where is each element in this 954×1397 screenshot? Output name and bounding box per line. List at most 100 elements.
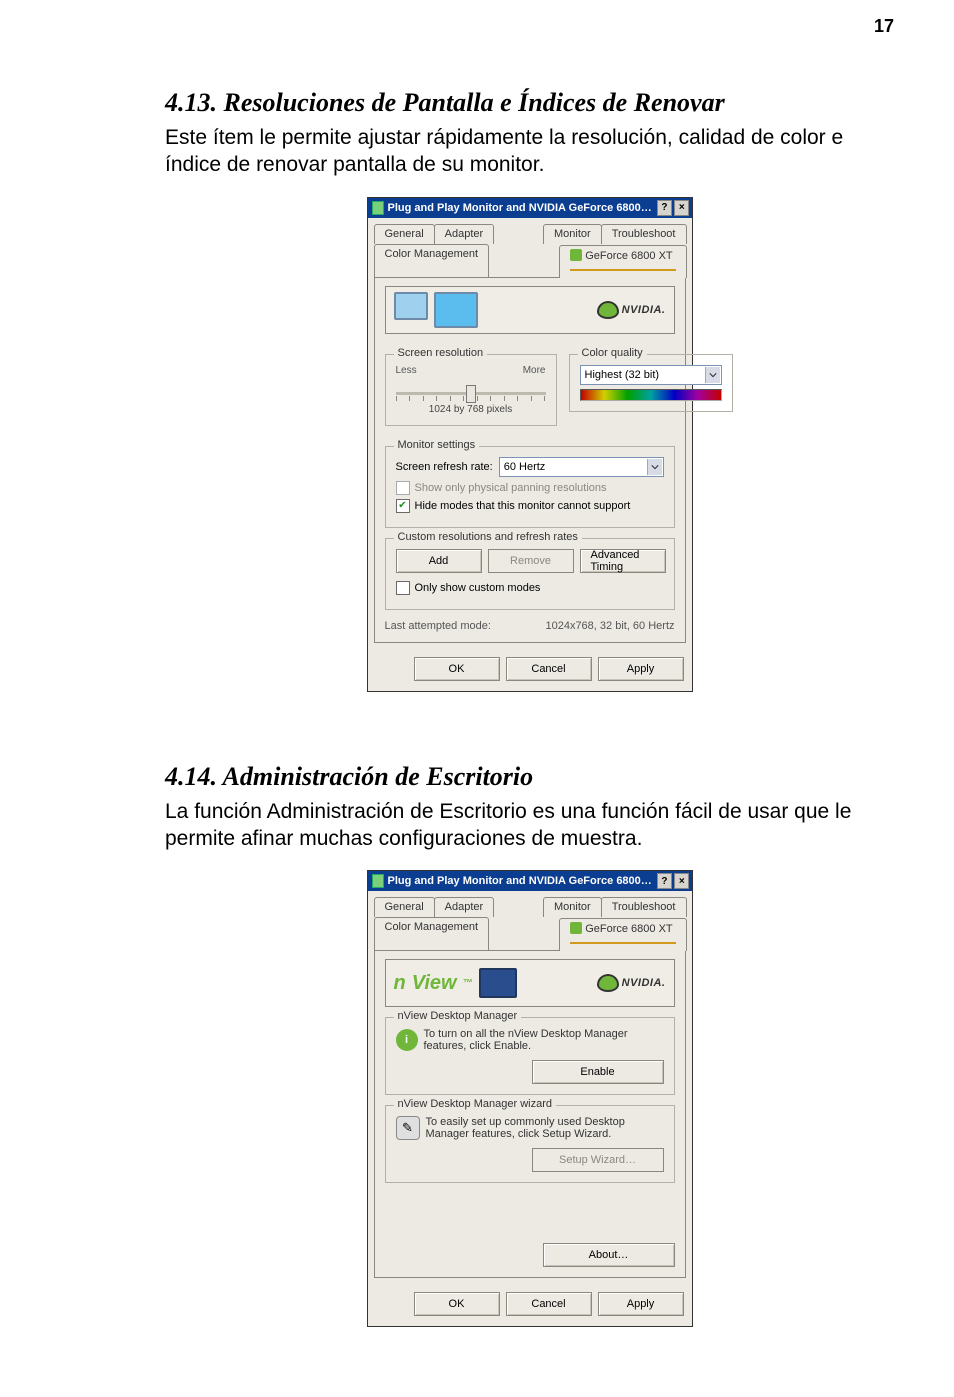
tab-monitor[interactable]: Monitor [543,897,602,917]
tab-accent [570,942,675,944]
titlebar[interactable]: Plug and Play Monitor and NVIDIA GeForce… [368,198,692,218]
label-more: More [523,365,546,376]
checkbox-icon [396,481,410,495]
manager-desc-row: i To turn on all the nView Desktop Manag… [396,1028,664,1052]
cancel-button[interactable]: Cancel [506,657,592,681]
group-nview-wizard: nView Desktop Manager wizard ✎ To easily… [385,1105,675,1183]
refresh-rate-select[interactable]: 60 Hertz [499,457,664,477]
last-attempted-label: Last attempted mode: [385,620,491,632]
resolution-slider[interactable] [396,378,546,400]
window-title: Plug and Play Monitor and NVIDIA GeForce… [388,202,655,214]
tab-colormgmt[interactable]: Color Management [374,917,490,950]
close-button[interactable]: × [674,873,689,889]
group-legend: Custom resolutions and refresh rates [394,531,582,543]
help-button[interactable]: ? [657,873,672,889]
tab-row-bottom: Color Management GeForce 6800 XT [368,917,692,950]
group-legend: nView Desktop Manager [394,1010,522,1022]
checkbox-icon: ✔ [396,499,410,513]
window-icon [372,201,384,215]
wizard-description: To easily set up commonly used Desktop M… [426,1116,664,1140]
dialog-413: Plug and Play Monitor and NVIDIA GeForce… [367,197,693,692]
color-preview [580,389,722,401]
tab-label: Monitor [554,228,591,240]
monitor-icon [479,968,517,998]
res-quality-row: Screen resolution Less More 1024 by 768 … [385,344,675,436]
setup-wizard-button: Setup Wizard… [532,1148,664,1172]
tab-colormgmt[interactable]: Color Management [374,244,490,277]
tab-adapter[interactable]: Adapter [434,224,495,244]
group-legend: Monitor settings [394,439,480,451]
advanced-timing-button[interactable]: Advanced Timing [580,549,666,573]
tab-geforce[interactable]: GeForce 6800 XT [559,918,686,951]
custom-res-buttons: Add Remove Advanced Timing [396,549,664,573]
apply-button[interactable]: Apply [598,1292,684,1316]
tab-label: General [385,901,424,913]
manager-btn-row: Enable [396,1060,664,1084]
tab-label: Adapter [445,901,484,913]
resolution-value: 1024 by 768 pixels [396,404,546,415]
ok-button[interactable]: OK [414,1292,500,1316]
checkbox-hide-modes[interactable]: ✔ Hide modes that this monitor cannot su… [396,499,664,513]
nvidia-eye-icon [597,974,619,992]
tab-troubleshoot[interactable]: Troubleshoot [601,897,687,917]
group-nview-manager: nView Desktop Manager i To turn on all t… [385,1017,675,1095]
ok-button[interactable]: OK [414,657,500,681]
about-button[interactable]: About… [543,1243,675,1267]
refresh-rate-label: Screen refresh rate: [396,461,493,473]
tab-label: Adapter [445,228,484,240]
checkbox-label: Show only physical panning resolutions [415,482,607,494]
color-quality-select[interactable]: Highest (32 bit) [580,365,722,385]
group-monitor-settings: Monitor settings Screen refresh rate: 60… [385,446,675,528]
dialog-footer: OK Cancel Apply [368,649,692,691]
tab-label: General [385,228,424,240]
monitor-icon [394,292,428,320]
add-button[interactable]: Add [396,549,482,573]
tab-label: GeForce 6800 XT [585,923,672,935]
group-color-quality: Color quality Highest (32 bit) [569,354,733,412]
tab-troubleshoot[interactable]: Troubleshoot [601,224,687,244]
tab-monitor[interactable]: Monitor [543,224,602,244]
help-button[interactable]: ? [657,200,672,216]
tab-general[interactable]: General [374,897,435,917]
close-button[interactable]: × [674,200,689,216]
titlebar[interactable]: Plug and Play Monitor and NVIDIA GeForce… [368,871,692,891]
tab-general[interactable]: General [374,224,435,244]
checkbox-only-custom[interactable]: Only show custom modes [396,581,664,595]
tab-geforce[interactable]: GeForce 6800 XT [559,245,686,278]
enable-button[interactable]: Enable [532,1060,664,1084]
nvidia-tab-icon [570,249,582,261]
cancel-button[interactable]: Cancel [506,1292,592,1316]
dialog-414: Plug and Play Monitor and NVIDIA GeForce… [367,870,693,1327]
slider-labels: Less More [396,365,546,376]
tab-label: Monitor [554,901,591,913]
apply-button[interactable]: Apply [598,657,684,681]
about-row: About… [385,1243,675,1267]
checkbox-label: Hide modes that this monitor cannot supp… [415,500,631,512]
nvidia-brand-text: NVIDIA. [622,977,666,989]
document-page: 17 4.13. Resoluciones de Pantalla e Índi… [0,0,954,1397]
section-413-body: Este ítem le permite ajustar rápidamente… [165,124,894,179]
tab-row-top: General Adapter Monitor Troubleshoot [368,218,692,244]
last-attempted-row: Last attempted mode: 1024x768, 32 bit, 6… [385,620,675,632]
tab-adapter[interactable]: Adapter [434,897,495,917]
dialog-413-wrap: Plug and Play Monitor and NVIDIA GeForce… [165,197,894,692]
manager-description: To turn on all the nView Desktop Manager… [424,1028,664,1052]
page-number: 17 [874,16,894,37]
panel-banner: NVIDIA. [385,286,675,334]
remove-button: Remove [488,549,574,573]
nvidia-logo: NVIDIA. [597,301,666,319]
select-value: 60 Hertz [504,461,546,473]
tab-label: GeForce 6800 XT [585,250,672,262]
group-legend: nView Desktop Manager wizard [394,1098,556,1110]
label-less: Less [396,365,417,376]
tab-row-top: General Adapter Monitor Troubleshoot [368,891,692,917]
tab-label: Color Management [385,921,479,933]
dialog-414-wrap: Plug and Play Monitor and NVIDIA GeForce… [165,870,894,1327]
section-414-title: 4.14. Administración de Escritorio [165,762,894,792]
panel-banner: nnViewView™ NVIDIA. [385,959,675,1007]
chevron-down-icon [647,459,662,475]
wizard-icon: ✎ [396,1116,420,1140]
tab-panel: nnViewView™ NVIDIA. nView Desktop Manage… [374,950,686,1278]
slider-thumb[interactable] [466,385,476,403]
monitor-icon [434,292,478,328]
